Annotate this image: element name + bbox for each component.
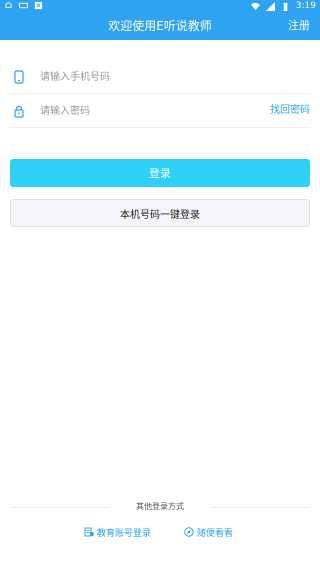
- compass-icon: [184, 527, 194, 537]
- header: 欢迎使用E听说教师 注册: [0, 12, 320, 40]
- signal-icon: [265, 1, 275, 11]
- app-icon: [34, 1, 43, 10]
- password-row: 找回密码: [10, 94, 310, 128]
- register-button[interactable]: 注册: [288, 12, 310, 40]
- wifi-icon: [250, 2, 260, 10]
- login-button[interactable]: 登录: [10, 159, 310, 187]
- status-time: 3:19: [295, 1, 316, 11]
- browse-link[interactable]: 随便看看: [184, 524, 233, 540]
- phone-icon: [14, 70, 24, 84]
- password-input[interactable]: [40, 101, 240, 121]
- other-login-divider: 其他登录方式: [10, 500, 310, 514]
- edu-account-icon: [84, 527, 94, 537]
- status-bar: 3:19: [0, 0, 320, 12]
- forgot-password-link[interactable]: 找回密码: [270, 94, 310, 128]
- phone-input[interactable]: [40, 67, 240, 87]
- page-title: 欢迎使用E听说教师: [108, 19, 212, 33]
- notification-icon: [5, 2, 12, 8]
- browse-label: 随便看看: [197, 528, 234, 539]
- battery-icon: [283, 2, 288, 11]
- edu-account-label: 教育账号登录: [97, 528, 152, 539]
- lock-icon: [14, 105, 24, 118]
- one-click-login-button[interactable]: 本机号码一键登录: [10, 199, 310, 227]
- status-bar-left: [4, 1, 43, 10]
- edu-account-login-link[interactable]: 教育账号登录: [84, 524, 151, 540]
- divider-line-right: [210, 507, 310, 508]
- keyboard-icon: [19, 2, 28, 9]
- status-bar-right: 3:19: [250, 0, 316, 12]
- phone-row: [10, 60, 310, 94]
